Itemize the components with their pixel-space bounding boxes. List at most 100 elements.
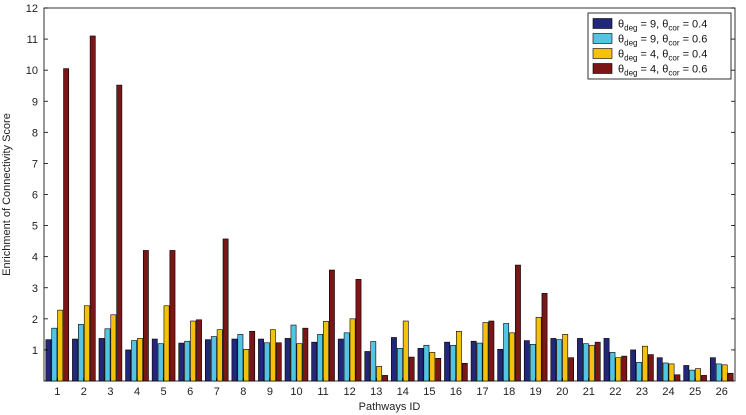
- x-tick-label: 22: [609, 386, 621, 398]
- y-tick-label: 12: [26, 3, 38, 15]
- legend-swatch: [592, 63, 613, 74]
- x-tick-label: 8: [240, 386, 246, 398]
- bar: [370, 341, 377, 382]
- bar: [89, 35, 96, 382]
- bar: [417, 348, 424, 382]
- bar: [529, 344, 536, 382]
- bar: [337, 338, 344, 382]
- y-tick-label: 4: [32, 252, 38, 264]
- bar: [609, 352, 616, 382]
- bar: [709, 357, 716, 382]
- bar: [51, 327, 58, 382]
- bar: [523, 340, 530, 382]
- bar: [57, 309, 64, 382]
- bar: [455, 330, 462, 382]
- bar: [205, 339, 211, 382]
- bar: [317, 334, 324, 382]
- bar: [116, 84, 123, 382]
- bar: [243, 348, 250, 382]
- bar: [429, 352, 436, 382]
- y-tick-label: 3: [32, 283, 38, 295]
- legend-swatch: [592, 18, 613, 29]
- x-tick-label: 1: [54, 386, 60, 398]
- bar: [727, 372, 734, 382]
- bar: [275, 342, 282, 382]
- x-tick-label: 11: [317, 386, 328, 398]
- x-tick-label: 25: [689, 386, 701, 398]
- bar: [603, 338, 610, 382]
- x-tick-label: 16: [450, 386, 462, 398]
- bar: [615, 357, 622, 382]
- bar: [269, 329, 276, 382]
- y-tick-label: 5: [32, 221, 38, 233]
- bar: [588, 344, 595, 382]
- bar: [444, 341, 450, 382]
- x-tick-label: 5: [161, 386, 167, 398]
- bar: [450, 344, 456, 382]
- bar: [594, 341, 601, 382]
- bar: [423, 344, 430, 382]
- bar: [151, 338, 158, 382]
- bar: [178, 342, 185, 382]
- y-tick-label: 2: [32, 314, 38, 326]
- x-tick-label: 15: [423, 386, 435, 398]
- y-tick-label: 8: [32, 127, 38, 139]
- x-tick-label: 23: [636, 386, 648, 398]
- bar: [131, 340, 137, 382]
- bar: [488, 320, 495, 382]
- bar: [104, 328, 111, 382]
- x-tick-label: 12: [344, 386, 356, 398]
- bar: [391, 337, 397, 382]
- bar: [329, 269, 335, 382]
- bar: [125, 349, 132, 382]
- x-tick-label: 24: [662, 386, 674, 398]
- x-tick-label: 17: [476, 386, 488, 398]
- x-tick-label: 20: [556, 386, 568, 398]
- bar: [568, 357, 574, 382]
- x-tick-label: 4: [134, 386, 140, 398]
- x-tick-label: 21: [583, 386, 595, 398]
- bar: [668, 363, 675, 382]
- bar: [503, 323, 510, 382]
- bar: [509, 332, 515, 382]
- bar: [621, 355, 628, 382]
- y-tick-label: 7: [32, 158, 38, 170]
- bar: [556, 339, 563, 382]
- bar: [541, 293, 548, 382]
- bar: [349, 318, 356, 382]
- bar: [636, 362, 642, 382]
- bar: [137, 338, 143, 382]
- x-tick-label: 7: [214, 386, 220, 398]
- bar: [222, 238, 229, 382]
- bar: [142, 250, 149, 382]
- bar: [582, 343, 589, 382]
- bar: [402, 320, 409, 382]
- bar: [535, 316, 542, 382]
- bar: [562, 334, 569, 382]
- bar: [364, 351, 371, 382]
- y-tick-label: 10: [26, 65, 38, 77]
- bar: [296, 343, 303, 382]
- bar: [382, 375, 388, 382]
- bar: [689, 369, 696, 382]
- bar: [674, 374, 681, 382]
- bar: [196, 319, 202, 382]
- bar: [258, 338, 264, 382]
- bar: [408, 356, 415, 382]
- bar: [630, 349, 637, 382]
- bar: [169, 250, 176, 382]
- bar: [284, 338, 291, 382]
- bar: [311, 341, 318, 382]
- bar: [163, 305, 170, 382]
- bar: [216, 329, 223, 382]
- x-tick-label: 2: [81, 386, 87, 398]
- legend-swatch: [592, 33, 613, 44]
- bar: [695, 368, 701, 382]
- bar: [683, 365, 690, 382]
- bar: [184, 340, 191, 382]
- bar: [72, 338, 78, 382]
- bar: [701, 375, 707, 382]
- y-tick-label: 11: [27, 34, 38, 46]
- bar: [376, 366, 383, 382]
- x-tick-label: 3: [107, 386, 113, 398]
